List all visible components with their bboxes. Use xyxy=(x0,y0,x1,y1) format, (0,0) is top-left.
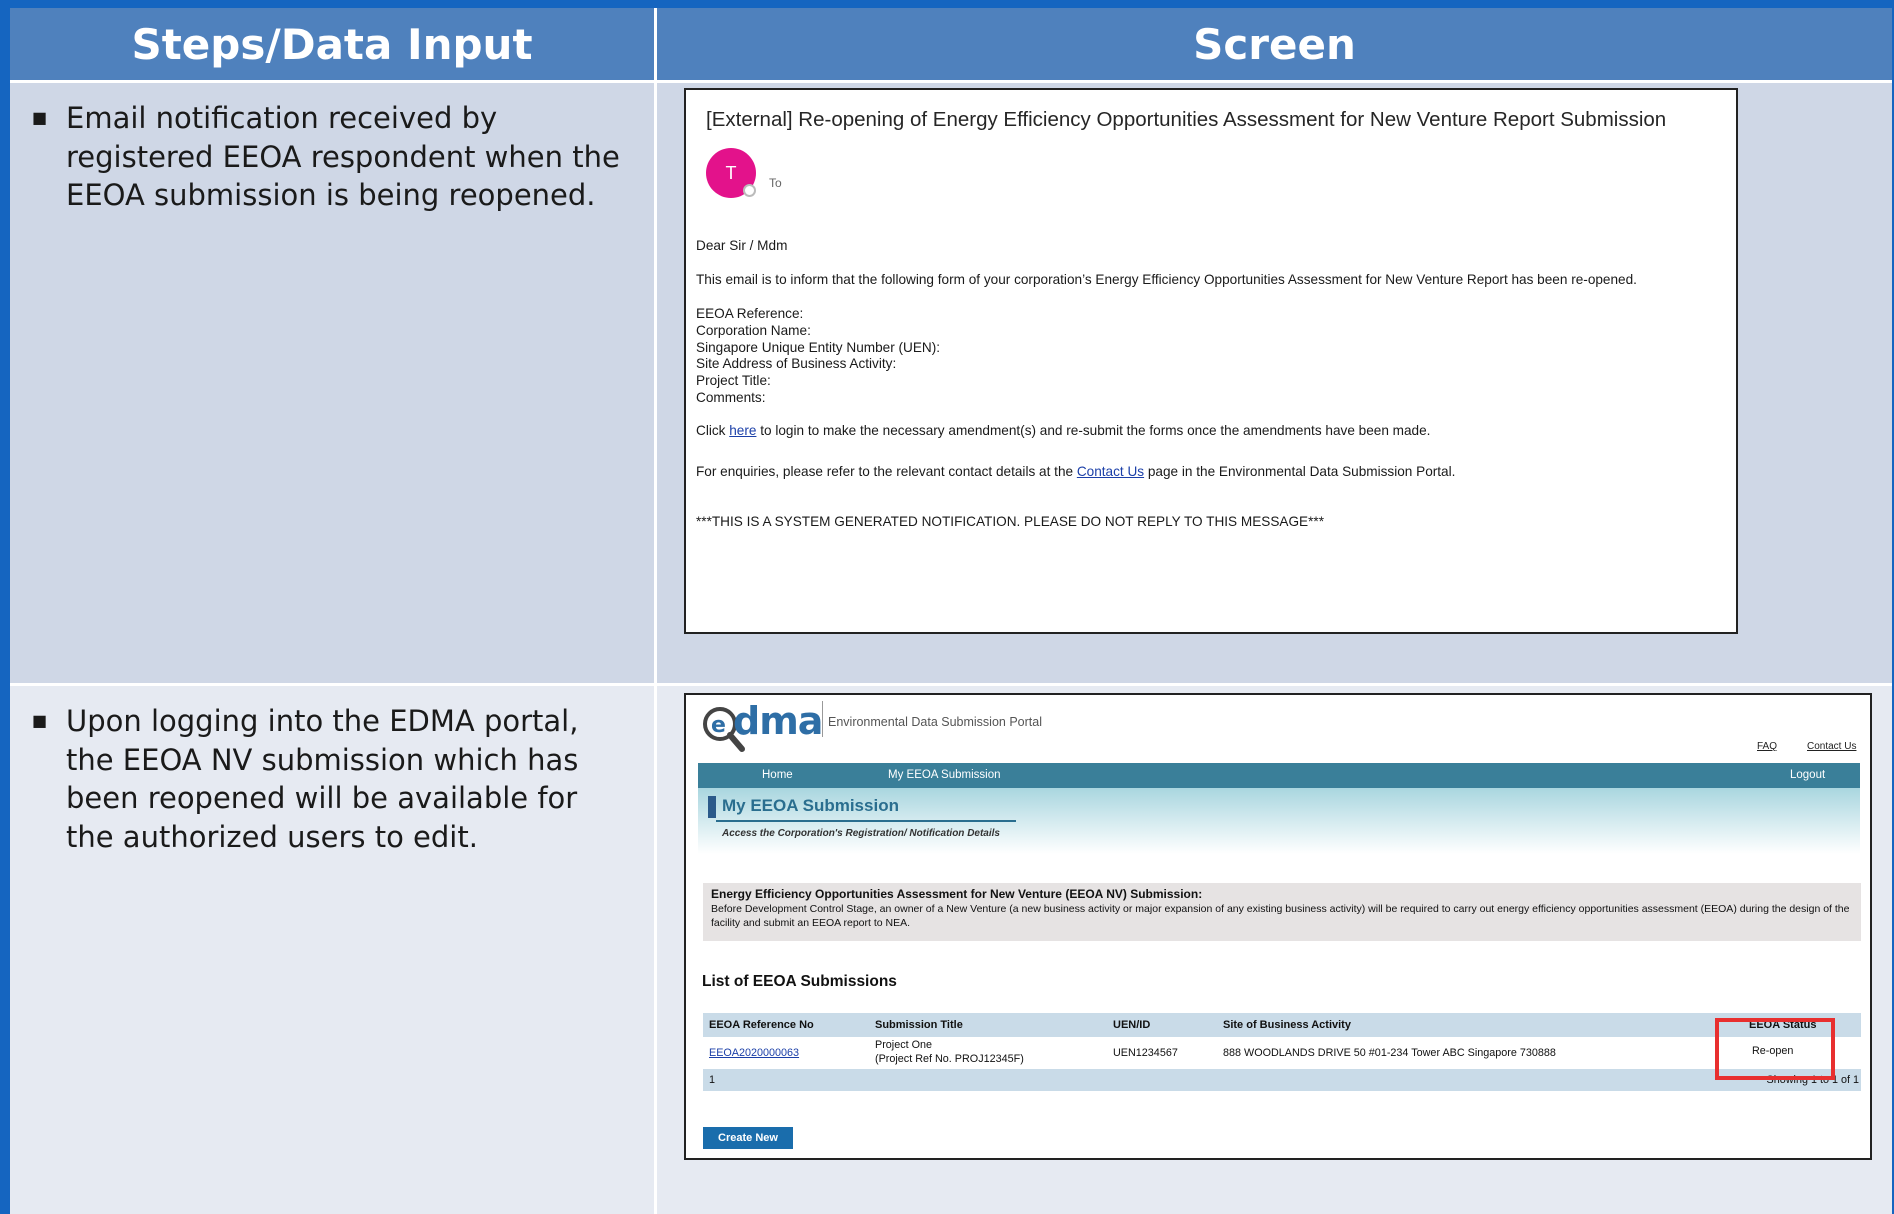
submission-ref: (Project Ref No. PROJ12345F) xyxy=(875,1053,1024,1065)
page-subtitle: Access the Corporation's Registration/ N… xyxy=(722,828,1000,839)
create-new-button[interactable]: Create New xyxy=(703,1127,793,1149)
step-cell-2: ■ Upon logging into the EDMA portal, the… xyxy=(10,686,654,1214)
uen-cell: UEN1234567 xyxy=(1113,1047,1178,1059)
column-header: Submission Title xyxy=(875,1019,963,1031)
email-greeting: Dear Sir / Mdm xyxy=(696,238,788,253)
table-header: EEOA Reference No Submission Title UEN/I… xyxy=(703,1013,1861,1037)
info-box: Energy Efficiency Opportunities Assessme… xyxy=(703,883,1861,941)
list-title: List of EEOA Submissions xyxy=(702,973,897,990)
portal-name: Environmental Data Submission Portal xyxy=(828,715,1042,729)
title-underline xyxy=(716,820,1016,822)
contact-us-link[interactable]: Contact Us xyxy=(1807,741,1856,752)
step-2-text: Upon logging into the EDMA portal, the E… xyxy=(66,704,579,854)
svg-text:e: e xyxy=(711,713,726,738)
email-field: Comments: xyxy=(696,390,766,405)
presence-icon xyxy=(743,184,756,197)
nav-bar: Home My EEOA Submission Logout xyxy=(698,763,1860,788)
contact-us-link[interactable]: Contact Us xyxy=(1077,464,1144,479)
site-cell: 888 WOODLANDS DRIVE 50 #01-234 Tower ABC… xyxy=(1223,1047,1556,1059)
submission-title: Project One xyxy=(875,1039,933,1051)
email-field: Project Title: xyxy=(696,373,771,388)
bullet-icon: ■ xyxy=(32,711,48,730)
reference-link[interactable]: EEOA2020000063 xyxy=(709,1047,799,1059)
email-intro: This email is to inform that the followi… xyxy=(696,272,1637,287)
email-field: Corporation Name: xyxy=(696,323,811,338)
email-notification: [External] Re-opening of Energy Efficien… xyxy=(684,88,1738,634)
nav-my-submission[interactable]: My EEOA Submission xyxy=(888,769,1000,781)
logo-divider xyxy=(822,701,823,737)
logo-wordmark: dma xyxy=(733,699,823,743)
email-subject: [External] Re-opening of Energy Efficien… xyxy=(706,108,1667,131)
column-header: EEOA Reference No xyxy=(709,1019,814,1031)
email-field: EEOA Reference: xyxy=(696,306,804,321)
info-heading: Energy Efficiency Opportunities Assessme… xyxy=(711,887,1203,901)
nav-home[interactable]: Home xyxy=(762,769,793,781)
header-screen: Screen xyxy=(657,8,1892,80)
column-header: UEN/ID xyxy=(1113,1019,1151,1031)
table-footer: 1 Showing 1 to 1 of 1 xyxy=(703,1069,1861,1091)
email-login-line: Click here to login to make the necessar… xyxy=(696,423,1431,438)
step-2: ■ Upon logging into the EDMA portal, the… xyxy=(32,702,622,856)
email-field: Site Address of Business Activity: xyxy=(696,356,897,371)
login-link[interactable]: here xyxy=(729,423,756,438)
step-cell-1: ■ Email notification received by registe… xyxy=(10,83,654,683)
page-banner: My EEOA Submission Access the Corporatio… xyxy=(698,788,1860,854)
page-number[interactable]: 1 xyxy=(709,1074,715,1086)
status-highlight-box xyxy=(1715,1018,1835,1080)
email-field: Singapore Unique Entity Number (UEN): xyxy=(696,340,941,355)
info-text: Before Development Control Stage, an own… xyxy=(711,903,1850,929)
bullet-icon: ■ xyxy=(32,108,48,127)
edma-portal: e edma dma Environmental Data Submission… xyxy=(684,693,1872,1160)
edma-logo: e edma dma xyxy=(700,699,823,755)
nav-logout[interactable]: Logout xyxy=(1790,769,1825,781)
step-1-text: Email notification received by registere… xyxy=(66,101,620,212)
banner-accent xyxy=(708,796,716,818)
header-steps: Steps/Data Input xyxy=(10,8,654,80)
table-row: EEOA2020000063 Project One (Project Ref … xyxy=(703,1037,1861,1069)
step-1: ■ Email notification received by registe… xyxy=(32,99,622,215)
email-enquiry-line: For enquiries, please refer to the relev… xyxy=(696,464,1456,479)
email-footer: ***THIS IS A SYSTEM GENERATED NOTIFICATI… xyxy=(696,514,1324,529)
to-label: To xyxy=(769,176,782,190)
faq-link[interactable]: FAQ xyxy=(1757,741,1777,752)
page-title: My EEOA Submission xyxy=(722,796,899,815)
column-header: Site of Business Activity xyxy=(1223,1019,1351,1031)
